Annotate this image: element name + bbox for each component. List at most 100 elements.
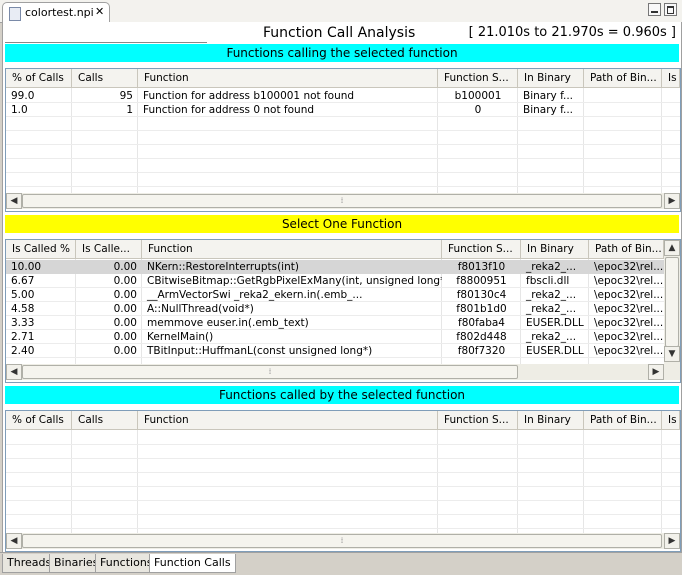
minimize-icon[interactable] xyxy=(648,3,661,16)
vertical-scrollbar[interactable]: ▲ ▼ xyxy=(664,240,680,380)
scroll-thumb[interactable]: ⁞ xyxy=(22,194,662,208)
table-row[interactable]: 10.00 0.00 NKern::RestoreInterrupts(int) f8… xyxy=(6,260,664,274)
column-header-1[interactable]: Is Calle... xyxy=(76,240,142,258)
column-header-6[interactable]: Is xyxy=(662,411,680,429)
table-cell: CBitwiseBitmap::GetRgbPixelExMany(int, u… xyxy=(147,275,442,287)
table-row[interactable]: 2.71 0.00 KernelMain() f802d448 _reka2_... \e… xyxy=(6,330,664,344)
column-header-4[interactable]: In Binary xyxy=(518,411,584,429)
editor-tab-bar: colortest.npi ✕ xyxy=(0,0,682,23)
table-cell: \epoc32\rel... xyxy=(594,331,664,343)
callers-band: Functions calling the selected function xyxy=(5,44,679,62)
column-header-1[interactable]: Calls xyxy=(72,411,138,429)
table-cell: fbscli.dll xyxy=(526,275,570,287)
column-header-6[interactable]: Is xyxy=(662,69,680,87)
table-cell: 0.00 xyxy=(113,261,137,273)
column-header-2[interactable]: Function xyxy=(138,69,438,87)
close-tab-icon[interactable]: ✕ xyxy=(95,5,104,18)
column-header-2[interactable]: Function xyxy=(138,411,438,429)
title-row: Function Call Analysis [ 21.010s to 21.9… xyxy=(3,22,681,44)
editor-tab-colortest[interactable]: colortest.npi ✕ xyxy=(2,2,110,23)
table-header: Is Called % Is Calle... Function Function S… xyxy=(6,240,680,259)
table-row[interactable]: 1.0 1 Function for address 0 not found 0 Bin… xyxy=(6,103,680,117)
column-gridline xyxy=(137,430,138,533)
table-cell: 3.33 xyxy=(11,317,35,329)
select-function-table[interactable]: Is Called % Is Calle... Function Function S… xyxy=(5,239,681,383)
column-gridline xyxy=(71,430,72,533)
table-cell: EUSER.DLL xyxy=(526,317,584,329)
column-header-5[interactable]: Path of Bin... xyxy=(584,69,662,87)
table-row[interactable]: 2.40 0.00 TBitInput::HuffmanL(const unsign… xyxy=(6,344,664,358)
column-header-0[interactable]: % of Calls xyxy=(6,411,72,429)
scroll-down-icon[interactable]: ▼ xyxy=(664,346,680,362)
table-cell: EUSER.DLL xyxy=(526,345,584,357)
title-divider xyxy=(5,42,207,43)
horizontal-scrollbar[interactable]: ◀ ▶ ⁞ xyxy=(6,533,680,549)
table-cell: 10.00 xyxy=(11,261,42,273)
scroll-right-icon[interactable]: ▶ xyxy=(664,533,680,549)
column-header-0[interactable]: Is Called % xyxy=(6,240,76,258)
table-cell: _reka2_... xyxy=(526,261,577,273)
table-cell: NKern::RestoreInterrupts(int) xyxy=(147,261,299,273)
document-icon xyxy=(9,7,21,21)
time-range: [ 21.010s to 21.970s = 0.960s ] xyxy=(468,25,676,40)
column-header-5[interactable]: Path of Bin... xyxy=(589,240,664,258)
column-header-5[interactable]: Path of Bin... xyxy=(584,411,662,429)
horizontal-scrollbar[interactable]: ◀ ▶ ⁞ xyxy=(6,364,664,380)
scroll-left-icon[interactable]: ◀ xyxy=(6,364,22,380)
row-gridline xyxy=(6,130,680,131)
column-header-0[interactable]: % of Calls xyxy=(6,69,72,87)
table-cell: f80f7320 xyxy=(457,345,506,357)
scroll-left-icon[interactable]: ◀ xyxy=(6,533,22,549)
table-row[interactable]: 99.0 95 Function for address b100001 not f… xyxy=(6,89,680,103)
function-call-analysis-view: Function Call Analysis [ 21.010s to 21.9… xyxy=(2,22,682,552)
scroll-right-icon[interactable]: ▶ xyxy=(664,193,680,209)
callees-table[interactable]: % of Calls Calls Function Function S... In B… xyxy=(5,410,681,552)
callees-band: Functions called by the selected functio… xyxy=(5,386,679,404)
callers-table[interactable]: % of Calls Calls Function Function S... In B… xyxy=(5,68,681,212)
table-cell: b100001 xyxy=(454,90,502,102)
table-row[interactable]: 5.00 0.00 __ArmVectorSwi _reka2_ekern.in(.… xyxy=(6,288,664,302)
table-cell: 0.00 xyxy=(113,289,137,301)
column-header-3[interactable]: Function S... xyxy=(438,411,518,429)
column-header-1[interactable]: Calls xyxy=(72,69,138,87)
table-cell: f801b1d0 xyxy=(456,303,507,315)
table-cell: 99.0 xyxy=(11,90,35,102)
column-header-3[interactable]: Function S... xyxy=(442,240,521,258)
scroll-thumb[interactable]: ⁞ xyxy=(22,534,662,548)
vertical-scroll-thumb[interactable] xyxy=(665,257,679,347)
table-cell: Function for address 0 not found xyxy=(143,104,315,116)
column-header-3[interactable]: Function S... xyxy=(438,69,518,87)
table-row[interactable]: 4.58 0.00 A::NullThread(void*) f801b1d0 _rek… xyxy=(6,302,664,316)
table-cell: \epoc32\rel... xyxy=(594,275,664,287)
scroll-right-icon[interactable]: ▶ xyxy=(648,364,664,380)
table-cell: 1.0 xyxy=(11,104,28,116)
column-header-2[interactable]: Function xyxy=(142,240,442,258)
row-gridline xyxy=(6,186,680,187)
scroll-left-icon[interactable]: ◀ xyxy=(6,193,22,209)
scroll-up-icon[interactable]: ▲ xyxy=(664,240,680,256)
table-cell: 0.00 xyxy=(113,345,137,357)
table-row[interactable]: 6.67 0.00 CBitwiseBitmap::GetRgbPixelExMan… xyxy=(6,274,664,288)
table-cell: TBitInput::HuffmanL(const unsigned long*… xyxy=(147,345,373,357)
table-cell: 6.67 xyxy=(11,275,35,287)
table-header: % of Calls Calls Function Function S... In B… xyxy=(6,69,680,88)
table-cell: _reka2_... xyxy=(526,303,577,315)
table-cell: memmove euser.in(.emb_text) xyxy=(147,317,309,329)
table-cell: 1 xyxy=(126,104,133,116)
row-gridline xyxy=(6,514,680,515)
row-gridline xyxy=(6,486,680,487)
maximize-icon[interactable] xyxy=(664,3,677,16)
tab-function-calls[interactable]: Function Calls xyxy=(149,554,236,573)
table-cell: f8013f10 xyxy=(457,261,506,273)
column-header-4[interactable]: In Binary xyxy=(521,240,589,258)
table-cell: 95 xyxy=(119,90,133,102)
table-cell: 0.00 xyxy=(113,275,137,287)
scroll-thumb[interactable]: ⁞ xyxy=(22,365,518,379)
column-header-4[interactable]: In Binary xyxy=(518,69,584,87)
table-cell: 5.00 xyxy=(11,289,35,301)
horizontal-scrollbar[interactable]: ◀ ▶ ⁞ xyxy=(6,193,680,209)
table-row[interactable]: 3.33 0.00 memmove euser.in(.emb_text) f80fa… xyxy=(6,316,664,330)
row-gridline xyxy=(6,458,680,459)
table-cell: Binary f... xyxy=(523,104,574,116)
select-band: Select One Function xyxy=(5,215,679,233)
